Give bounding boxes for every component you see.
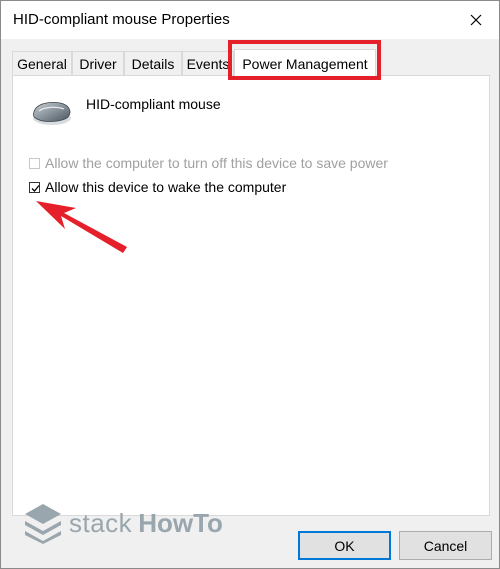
close-icon (470, 14, 482, 26)
close-button[interactable] (453, 1, 499, 39)
red-arrow-annotation (36, 201, 127, 253)
tab-general[interactable]: General (12, 51, 72, 76)
watermark-howto: HowTo (138, 507, 223, 538)
title-bar: HID-compliant mouse Properties (1, 1, 499, 39)
watermark-stack: stack (69, 507, 133, 538)
tab-driver[interactable]: Driver (72, 51, 124, 76)
stack-layers-icon (25, 504, 61, 544)
tab-events[interactable]: Events (182, 51, 234, 76)
turn-off-device-label: Allow the computer to turn off this devi… (45, 155, 388, 171)
highlight-box (228, 40, 381, 80)
power-management-panel: HID-compliant mouse Allow the computer t… (12, 75, 490, 516)
turn-off-device-option: Allow the computer to turn off this devi… (29, 154, 388, 172)
device-name: HID-compliant mouse (86, 96, 221, 112)
properties-dialog: HID-compliant mouse Properties General D… (0, 0, 500, 569)
window-title: HID-compliant mouse Properties (13, 11, 230, 28)
watermark: stack HowTo (23, 501, 223, 545)
turn-off-device-checkbox[interactable] (29, 157, 40, 169)
ok-button[interactable]: OK (298, 531, 391, 560)
mouse-icon (30, 98, 74, 128)
cancel-button[interactable]: Cancel (399, 531, 492, 560)
tab-details[interactable]: Details (124, 51, 182, 76)
